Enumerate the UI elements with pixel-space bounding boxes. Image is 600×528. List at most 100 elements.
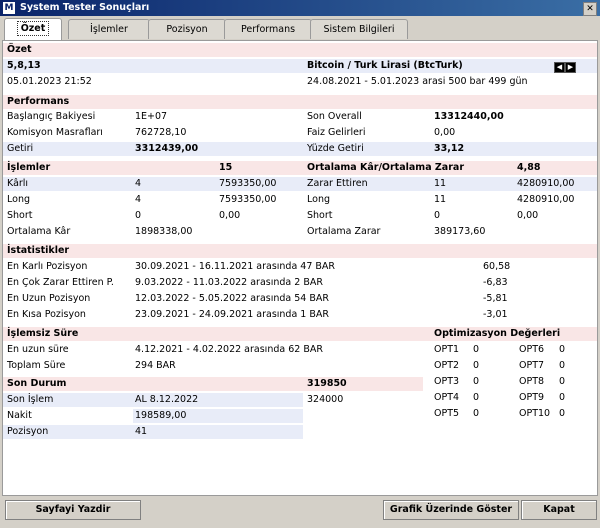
summary-panel: Özet 5,8,13 Bitcoin / Turk Lirasi (BtcTu… — [2, 40, 598, 496]
show-on-chart-button[interactable]: Grafik Üzerinde Göster — [383, 500, 519, 520]
last-status-label: Nakit — [7, 410, 32, 421]
tab-pozisyon[interactable]: Pozisyon — [148, 19, 226, 39]
perf-label: Komisyon Masrafları — [7, 127, 103, 138]
tab-ozet[interactable]: Özet — [4, 18, 62, 40]
last-status-label: Pozisyon — [7, 426, 49, 437]
idle-label: En uzun süre — [7, 344, 69, 355]
section-performans-header: Performans — [7, 96, 70, 107]
trade-value-cell: 4280910,00 — [517, 178, 575, 189]
symbol-name: Bitcoin / Turk Lirasi (BtcTurk) — [307, 60, 463, 71]
stat-desc: 12.03.2022 - 5.05.2022 arasında 54 BAR — [135, 293, 329, 304]
trade-count-cell: 1898338,00 — [135, 226, 193, 237]
trade-label: Long — [307, 194, 330, 205]
trade-label: Zarar Ettiren — [307, 178, 368, 189]
opt-value: 0 — [473, 360, 480, 371]
opt-value: 0 — [473, 344, 480, 355]
opt-name: OPT8 — [519, 376, 545, 387]
perf-label: Başlangıç Bakiyesi — [7, 111, 96, 122]
trade-value-cell: 4280910,00 — [517, 194, 575, 205]
trade-label: Kârlı — [7, 178, 29, 189]
last-status-value: 198589,00 — [135, 410, 187, 421]
report-date: 05.01.2023 21:52 — [7, 76, 92, 87]
trade-count-cell: 0 — [434, 210, 441, 221]
opt-value: 0 — [559, 376, 566, 387]
trade-value-cell: 7593350,00 — [219, 194, 277, 205]
trade-count-cell: 4 — [135, 178, 142, 189]
window-title: System Tester Sonuçları — [20, 2, 150, 13]
opt-name: OPT5 — [434, 408, 460, 419]
section-optimizasyon-header: Optimizasyon Değerleri — [434, 328, 561, 339]
idle-value: 4.12.2021 - 4.02.2022 arasında 62 BAR — [135, 344, 323, 355]
date-range: 24.08.2021 - 5.01.2023 arasi 500 bar 499… — [307, 76, 528, 87]
last-status-value: AL 8.12.2022 — [135, 394, 199, 405]
trade-label: Ortalama Kâr — [7, 226, 71, 237]
perf-label: Son Overall — [307, 111, 362, 122]
prev-arrow-icon[interactable]: ◀ — [554, 62, 565, 73]
section-ozet-header: Özet — [7, 44, 32, 55]
avg-profit-loss-ratio: 4,88 — [517, 162, 541, 173]
opt-name: OPT9 — [519, 392, 545, 403]
stat-desc: 30.09.2021 - 16.11.2021 arasında 47 BAR — [135, 261, 336, 272]
stat-label: En Çok Zarar Ettiren P. — [7, 277, 114, 288]
opt-value: 0 — [559, 392, 566, 403]
trade-label: Short — [7, 210, 33, 221]
opt-value: 0 — [559, 344, 566, 355]
perf-value: 0,00 — [434, 127, 456, 138]
tab-islemler[interactable]: İşlemler — [68, 19, 150, 39]
last-status-extra: 324000 — [307, 394, 344, 405]
stat-value: -3,01 — [483, 309, 508, 320]
perf-label: Faiz Gelirleri — [307, 127, 366, 138]
section-islemler-header: İşlemler — [7, 162, 51, 173]
stat-value: -6,83 — [483, 277, 508, 288]
opt-value: 0 — [473, 408, 480, 419]
opt-value: 0 — [473, 392, 480, 403]
next-arrow-icon[interactable]: ▶ — [565, 62, 576, 73]
stat-desc: 9.03.2022 - 11.03.2022 arasında 2 BAR — [135, 277, 323, 288]
stat-label: En Karlı Pozisyon — [7, 261, 88, 272]
print-page-button[interactable]: Sayfayi Yazdir — [5, 500, 141, 520]
trade-count: 15 — [219, 162, 233, 173]
version-value: 5,8,13 — [7, 60, 41, 71]
stat-value: 60,58 — [483, 261, 511, 272]
trade-value-cell: 7593350,00 — [219, 178, 277, 189]
perf-value: 13312440,00 — [434, 111, 504, 122]
opt-value: 0 — [473, 376, 480, 387]
last-status-total: 319850 — [307, 378, 347, 389]
perf-value: 3312439,00 — [135, 143, 199, 154]
stat-label: En Kısa Pozisyon — [7, 309, 86, 320]
trade-label: Long — [7, 194, 30, 205]
stat-desc: 23.09.2021 - 24.09.2021 arasında 1 BAR — [135, 309, 329, 320]
app-icon: M — [3, 2, 15, 14]
opt-name: OPT1 — [434, 344, 460, 355]
stat-label: En Uzun Pozisyon — [7, 293, 91, 304]
trade-count-cell: 4 — [135, 194, 142, 205]
opt-name: OPT2 — [434, 360, 460, 371]
trade-label: Short — [307, 210, 333, 221]
trade-count-cell: 11 — [434, 178, 447, 189]
window-titlebar: M System Tester Sonuçları ✕ — [0, 0, 600, 16]
close-window-button[interactable]: ✕ — [583, 2, 597, 16]
opt-value: 0 — [559, 360, 566, 371]
perf-label: Getiri — [7, 143, 34, 154]
last-status-label: Son İşlem — [7, 394, 54, 405]
opt-name: OPT10 — [519, 408, 551, 419]
stat-value: -5,81 — [483, 293, 508, 304]
opt-value: 0 — [559, 408, 566, 419]
section-istatistikler-header: İstatistikler — [7, 245, 70, 256]
idle-label: Toplam Süre — [7, 360, 66, 371]
last-status-value: 41 — [135, 426, 148, 437]
opt-name: OPT6 — [519, 344, 545, 355]
trade-label: Ortalama Zarar — [307, 226, 381, 237]
tab-sistem-bilgileri[interactable]: Sistem Bilgileri — [310, 19, 408, 39]
section-sondurum-header: Son Durum — [7, 378, 67, 389]
opt-name: OPT7 — [519, 360, 545, 371]
trade-value-cell: 0,00 — [219, 210, 241, 221]
section-islemsiz-header: İşlemsiz Süre — [7, 328, 79, 339]
avg-profit-loss-header: Ortalama Kâr/Ortalama Zarar — [307, 162, 465, 173]
tab-performans[interactable]: Performans — [224, 19, 312, 39]
close-button[interactable]: Kapat — [521, 500, 597, 520]
opt-name: OPT3 — [434, 376, 460, 387]
idle-value: 294 BAR — [135, 360, 176, 371]
perf-label: Yüzde Getiri — [307, 143, 364, 154]
trade-count-cell: 389173,60 — [434, 226, 486, 237]
